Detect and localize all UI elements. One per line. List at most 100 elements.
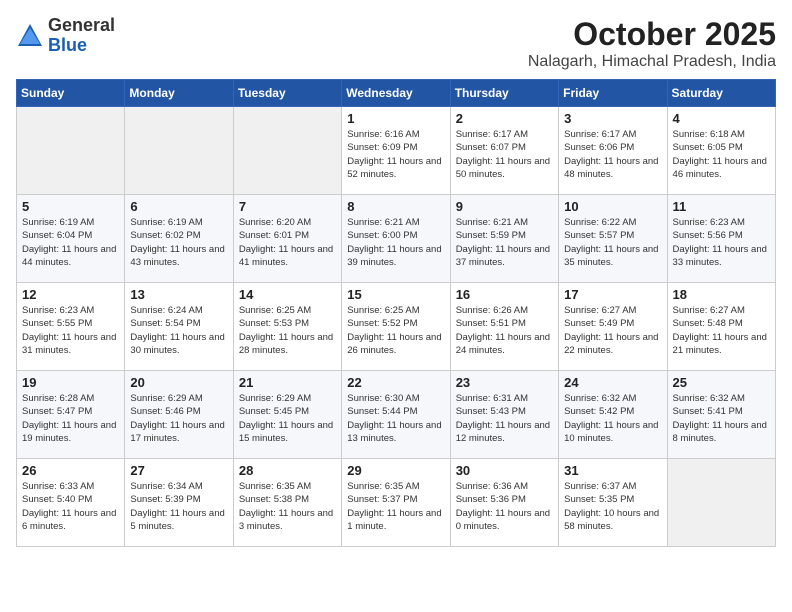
day-number: 15 — [347, 287, 444, 302]
calendar-cell: 9Sunrise: 6:21 AM Sunset: 5:59 PM Daylig… — [450, 195, 558, 283]
calendar-cell: 20 Sunrise: 6:29 AM Sunset: 5:46 PM Dayli… — [125, 371, 233, 459]
calendar-cell: 28Sunrise: 6:35 AM Sunset: 5:38 PM Dayli… — [233, 459, 341, 547]
calendar-cell: 19Sunrise: 6:28 AM Sunset: 5:47 PM Dayli… — [17, 371, 125, 459]
calendar-cell: 21 Sunrise: 6:29 AM Sunset: 5:45 PM Dayli… — [233, 371, 341, 459]
weekday-header-row: SundayMondayTuesdayWednesdayThursdayFrid… — [17, 80, 776, 107]
day-info: Sunrise: 6:29 AM Sunset: 5:45 PM Dayligh… — [239, 392, 336, 445]
day-number: 29 — [347, 463, 444, 478]
day-number: 18 — [673, 287, 770, 302]
day-number: 5 — [22, 199, 119, 214]
day-info: Sunrise: 6:29 AM Sunset: 5:46 PM Dayligh… — [130, 392, 227, 445]
calendar-cell: 15Sunrise: 6:25 AM Sunset: 5:52 PM Dayli… — [342, 283, 450, 371]
day-number: 6 — [130, 199, 227, 214]
day-info: Sunrise: 6:31 AM Sunset: 5:43 PM Dayligh… — [456, 392, 553, 445]
calendar-cell: 23 Sunrise: 6:31 AM Sunset: 5:43 PM Dayli… — [450, 371, 558, 459]
day-number: 12 — [22, 287, 119, 302]
day-number: 13 — [130, 287, 227, 302]
calendar-cell: 27 Sunrise: 6:34 AM Sunset: 5:39 PM Dayli… — [125, 459, 233, 547]
calendar-cell: 8 Sunrise: 6:21 AM Sunset: 6:00 PM Daylig… — [342, 195, 450, 283]
day-number: 21 — [239, 375, 336, 390]
calendar-cell: 13 Sunrise: 6:24 AM Sunset: 5:54 PM Dayli… — [125, 283, 233, 371]
location-title: Nalagarh, Himachal Pradesh, India — [528, 53, 776, 71]
day-number: 24 — [564, 375, 661, 390]
calendar-cell: 10 Sunrise: 6:22 AM Sunset: 5:57 PM Dayli… — [559, 195, 667, 283]
day-number: 22 — [347, 375, 444, 390]
calendar-cell: 16 Sunrise: 6:26 AM Sunset: 5:51 PM Dayli… — [450, 283, 558, 371]
day-number: 31 — [564, 463, 661, 478]
day-number: 1 — [347, 111, 444, 126]
weekday-header-tuesday: Tuesday — [233, 80, 341, 107]
calendar-cell — [233, 107, 341, 195]
calendar-cell: 5 Sunrise: 6:19 AM Sunset: 6:04 PM Daylig… — [17, 195, 125, 283]
calendar-cell: 11 Sunrise: 6:23 AM Sunset: 5:56 PM Dayli… — [667, 195, 775, 283]
day-info: Sunrise: 6:36 AM Sunset: 5:36 PM Dayligh… — [456, 480, 553, 533]
day-info: Sunrise: 6:30 AM Sunset: 5:44 PM Dayligh… — [347, 392, 444, 445]
calendar-cell: 26 Sunrise: 6:33 AM Sunset: 5:40 PM Dayli… — [17, 459, 125, 547]
day-info: Sunrise: 6:23 AM Sunset: 5:55 PM Dayligh… — [22, 304, 119, 357]
day-info: Sunrise: 6:32 AM Sunset: 5:41 PM Dayligh… — [673, 392, 770, 445]
week-row-1: 1Sunrise: 6:16 AM Sunset: 6:09 PM Daylig… — [17, 107, 776, 195]
day-info: Sunrise: 6:18 AM Sunset: 6:05 PM Dayligh… — [673, 128, 770, 181]
calendar-cell — [17, 107, 125, 195]
page-header: General Blue October 2025 Nalagarh, Hima… — [16, 16, 776, 71]
weekday-header-thursday: Thursday — [450, 80, 558, 107]
calendar-cell: 1Sunrise: 6:16 AM Sunset: 6:09 PM Daylig… — [342, 107, 450, 195]
calendar-cell: 17Sunrise: 6:27 AM Sunset: 5:49 PM Dayli… — [559, 283, 667, 371]
day-info: Sunrise: 6:19 AM Sunset: 6:02 PM Dayligh… — [130, 216, 227, 269]
day-info: Sunrise: 6:34 AM Sunset: 5:39 PM Dayligh… — [130, 480, 227, 533]
day-number: 14 — [239, 287, 336, 302]
day-info: Sunrise: 6:21 AM Sunset: 6:00 PM Dayligh… — [347, 216, 444, 269]
calendar-cell: 12 Sunrise: 6:23 AM Sunset: 5:55 PM Dayli… — [17, 283, 125, 371]
day-number: 8 — [347, 199, 444, 214]
week-row-5: 26 Sunrise: 6:33 AM Sunset: 5:40 PM Dayli… — [17, 459, 776, 547]
month-title: October 2025 — [528, 16, 776, 53]
day-number: 23 — [456, 375, 553, 390]
day-info: Sunrise: 6:19 AM Sunset: 6:04 PM Dayligh… — [22, 216, 119, 269]
title-section: October 2025 Nalagarh, Himachal Pradesh,… — [528, 16, 776, 71]
day-number: 26 — [22, 463, 119, 478]
day-info: Sunrise: 6:20 AM Sunset: 6:01 PM Dayligh… — [239, 216, 336, 269]
weekday-header-friday: Friday — [559, 80, 667, 107]
day-info: Sunrise: 6:27 AM Sunset: 5:49 PM Dayligh… — [564, 304, 661, 357]
calendar-cell: 18 Sunrise: 6:27 AM Sunset: 5:48 PM Dayli… — [667, 283, 775, 371]
day-number: 25 — [673, 375, 770, 390]
day-info: Sunrise: 6:35 AM Sunset: 5:38 PM Dayligh… — [239, 480, 336, 533]
day-number: 2 — [456, 111, 553, 126]
calendar-cell: 29Sunrise: 6:35 AM Sunset: 5:37 PM Dayli… — [342, 459, 450, 547]
day-number: 20 — [130, 375, 227, 390]
calendar-cell: 14 Sunrise: 6:25 AM Sunset: 5:53 PM Dayli… — [233, 283, 341, 371]
calendar-cell: 6 Sunrise: 6:19 AM Sunset: 6:02 PM Daylig… — [125, 195, 233, 283]
day-info: Sunrise: 6:22 AM Sunset: 5:57 PM Dayligh… — [564, 216, 661, 269]
day-info: Sunrise: 6:24 AM Sunset: 5:54 PM Dayligh… — [130, 304, 227, 357]
weekday-header-wednesday: Wednesday — [342, 80, 450, 107]
weekday-header-sunday: Sunday — [17, 80, 125, 107]
calendar-table: SundayMondayTuesdayWednesdayThursdayFrid… — [16, 79, 776, 547]
logo-icon — [16, 22, 44, 50]
day-info: Sunrise: 6:32 AM Sunset: 5:42 PM Dayligh… — [564, 392, 661, 445]
logo-text: General Blue — [48, 16, 115, 56]
day-info: Sunrise: 6:17 AM Sunset: 6:06 PM Dayligh… — [564, 128, 661, 181]
day-info: Sunrise: 6:23 AM Sunset: 5:56 PM Dayligh… — [673, 216, 770, 269]
day-number: 16 — [456, 287, 553, 302]
day-number: 11 — [673, 199, 770, 214]
calendar-cell: 3 Sunrise: 6:17 AM Sunset: 6:06 PM Daylig… — [559, 107, 667, 195]
calendar-cell: 2 Sunrise: 6:17 AM Sunset: 6:07 PM Daylig… — [450, 107, 558, 195]
calendar-cell: 30 Sunrise: 6:36 AM Sunset: 5:36 PM Dayli… — [450, 459, 558, 547]
day-info: Sunrise: 6:33 AM Sunset: 5:40 PM Dayligh… — [22, 480, 119, 533]
day-number: 3 — [564, 111, 661, 126]
day-number: 4 — [673, 111, 770, 126]
calendar-cell: 7 Sunrise: 6:20 AM Sunset: 6:01 PM Daylig… — [233, 195, 341, 283]
day-number: 27 — [130, 463, 227, 478]
day-number: 7 — [239, 199, 336, 214]
calendar-cell: 22 Sunrise: 6:30 AM Sunset: 5:44 PM Dayli… — [342, 371, 450, 459]
day-info: Sunrise: 6:25 AM Sunset: 5:53 PM Dayligh… — [239, 304, 336, 357]
day-info: Sunrise: 6:37 AM Sunset: 5:35 PM Dayligh… — [564, 480, 661, 533]
day-info: Sunrise: 6:26 AM Sunset: 5:51 PM Dayligh… — [456, 304, 553, 357]
day-info: Sunrise: 6:17 AM Sunset: 6:07 PM Dayligh… — [456, 128, 553, 181]
day-number: 30 — [456, 463, 553, 478]
day-number: 10 — [564, 199, 661, 214]
day-info: Sunrise: 6:27 AM Sunset: 5:48 PM Dayligh… — [673, 304, 770, 357]
calendar-cell: 4 Sunrise: 6:18 AM Sunset: 6:05 PM Daylig… — [667, 107, 775, 195]
week-row-2: 5 Sunrise: 6:19 AM Sunset: 6:04 PM Daylig… — [17, 195, 776, 283]
weekday-header-monday: Monday — [125, 80, 233, 107]
